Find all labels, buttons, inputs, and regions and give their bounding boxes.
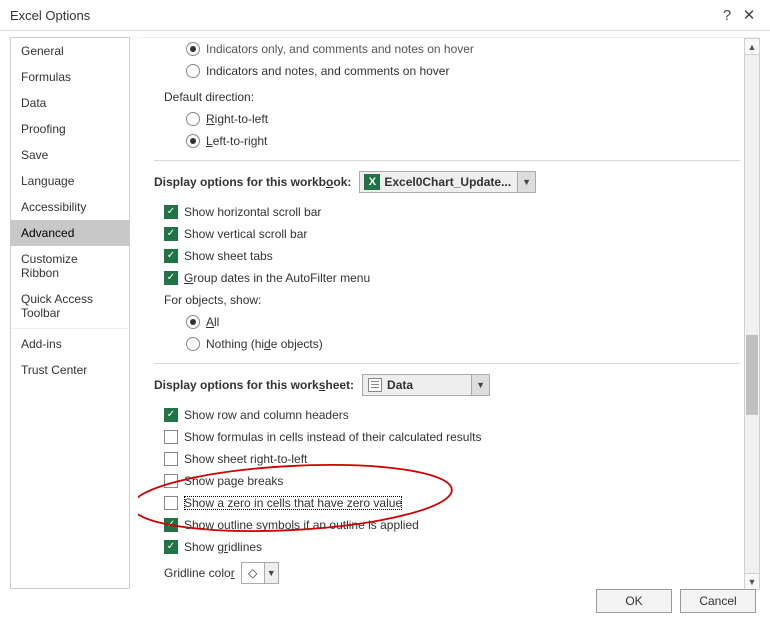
sidebar-item-data[interactable]: Data bbox=[11, 90, 129, 116]
checkbox-icon bbox=[164, 205, 178, 219]
radio-icon bbox=[186, 42, 200, 56]
gridline-color-label: Gridline color bbox=[164, 566, 235, 580]
checkbox-label: Show sheet tabs bbox=[184, 249, 273, 263]
section-display-worksheet: Display options for this worksheet: Data… bbox=[154, 372, 740, 398]
radio-label: Indicators and notes, and comments on ho… bbox=[206, 64, 449, 78]
ok-button[interactable]: OK bbox=[596, 589, 672, 613]
radio-rtl[interactable]: Right-to-left bbox=[154, 108, 740, 130]
checkbox-label: Group dates in the AutoFilter menu bbox=[184, 271, 370, 285]
for-objects-label: For objects, show: bbox=[154, 289, 740, 311]
radio-nothing[interactable]: Nothing (hide objects) bbox=[154, 333, 740, 355]
worksheet-combo[interactable]: Data ▼ bbox=[362, 374, 490, 396]
chevron-down-icon: ▼ bbox=[264, 563, 278, 583]
default-direction-label: Default direction: bbox=[154, 86, 740, 108]
checkbox-label: Show row and column headers bbox=[184, 408, 349, 422]
excel-icon: X bbox=[364, 174, 380, 190]
chk-sheet-tabs[interactable]: Show sheet tabs bbox=[154, 245, 740, 267]
scroll-up-button[interactable]: ▲ bbox=[745, 39, 759, 55]
checkbox-icon bbox=[164, 271, 178, 285]
scroll-down-button[interactable]: ▼ bbox=[745, 573, 759, 589]
vertical-scrollbar[interactable]: ▲ ▼ bbox=[744, 38, 760, 590]
checkbox-label: Show a zero in cells that have zero valu… bbox=[184, 496, 402, 510]
sidebar-item-language[interactable]: Language bbox=[11, 168, 129, 194]
checkbox-icon bbox=[164, 408, 178, 422]
workbook-combo-value: Excel0Chart_Update... bbox=[384, 175, 517, 189]
sidebar-item-general[interactable]: General bbox=[11, 38, 129, 64]
sidebar-item-qat[interactable]: Quick Access Toolbar bbox=[11, 286, 129, 326]
sidebar-item-advanced[interactable]: Advanced bbox=[11, 220, 129, 246]
scroll-thumb[interactable] bbox=[746, 335, 758, 415]
radio-icon bbox=[186, 337, 200, 351]
radio-ltr[interactable]: Left-to-right bbox=[154, 130, 740, 152]
sidebar-item-addins[interactable]: Add-ins bbox=[11, 328, 129, 357]
radio-label: Left-to-right bbox=[206, 134, 267, 148]
sheet-icon bbox=[367, 377, 383, 393]
sidebar-item-save[interactable]: Save bbox=[11, 142, 129, 168]
close-button[interactable]: ✕ bbox=[738, 6, 760, 24]
radio-indicators-notes[interactable]: Indicators and notes, and comments on ho… bbox=[154, 60, 740, 82]
checkbox-icon bbox=[164, 227, 178, 241]
chk-sheet-rtl[interactable]: Show sheet right-to-left bbox=[154, 448, 740, 470]
chevron-down-icon: ▼ bbox=[517, 172, 535, 192]
section-display-workbook: Display options for this workbook: X Exc… bbox=[154, 169, 740, 195]
category-sidebar: General Formulas Data Proofing Save Lang… bbox=[10, 37, 130, 589]
checkbox-label: Show vertical scroll bar bbox=[184, 227, 307, 241]
workbook-combo[interactable]: X Excel0Chart_Update... ▼ bbox=[359, 171, 536, 193]
radio-indicators-only[interactable]: Indicators only, and comments and notes … bbox=[154, 38, 740, 60]
color-swatch-icon: ◇ bbox=[242, 566, 264, 580]
dialog-title: Excel Options bbox=[10, 8, 716, 23]
cancel-button[interactable]: Cancel bbox=[680, 589, 756, 613]
worksheet-combo-value: Data bbox=[387, 378, 471, 392]
radio-icon bbox=[186, 134, 200, 148]
sidebar-item-proofing[interactable]: Proofing bbox=[11, 116, 129, 142]
sidebar-item-formulas[interactable]: Formulas bbox=[11, 64, 129, 90]
checkbox-icon bbox=[164, 540, 178, 554]
chk-group-dates[interactable]: Group dates in the AutoFilter menu bbox=[154, 267, 740, 289]
chk-show-zero[interactable]: Show a zero in cells that have zero valu… bbox=[154, 492, 740, 514]
radio-icon bbox=[186, 112, 200, 126]
help-button[interactable]: ? bbox=[716, 7, 738, 24]
checkbox-icon bbox=[164, 452, 178, 466]
checkbox-icon bbox=[164, 518, 178, 532]
chk-row-col-headers[interactable]: Show row and column headers bbox=[154, 404, 740, 426]
checkbox-label: Show horizontal scroll bar bbox=[184, 205, 321, 219]
checkbox-label: Show formulas in cells instead of their … bbox=[184, 430, 481, 444]
chk-show-gridlines[interactable]: Show gridlines bbox=[154, 536, 740, 558]
checkbox-label: Show gridlines bbox=[184, 540, 262, 554]
chk-outline-symbols[interactable]: Show outline symbols if an outline is ap… bbox=[154, 514, 740, 536]
chk-v-scrollbar[interactable]: Show vertical scroll bar bbox=[154, 223, 740, 245]
radio-icon bbox=[186, 315, 200, 329]
scroll-track[interactable] bbox=[745, 55, 759, 573]
sidebar-item-trust-center[interactable]: Trust Center bbox=[11, 357, 129, 383]
radio-all[interactable]: All bbox=[154, 311, 740, 333]
checkbox-label: Show page breaks bbox=[184, 474, 283, 488]
radio-label: All bbox=[206, 315, 219, 329]
checkbox-icon bbox=[164, 249, 178, 263]
radio-icon bbox=[186, 64, 200, 78]
chk-h-scrollbar[interactable]: Show horizontal scroll bar bbox=[154, 201, 740, 223]
checkbox-icon bbox=[164, 496, 178, 510]
radio-label: Indicators only, and comments and notes … bbox=[206, 42, 474, 56]
chevron-down-icon: ▼ bbox=[471, 375, 489, 395]
gridline-color-picker[interactable]: ◇ ▼ bbox=[241, 562, 279, 584]
checkbox-label: Show sheet right-to-left bbox=[184, 452, 307, 466]
chk-page-breaks[interactable]: Show page breaks bbox=[154, 470, 740, 492]
gridline-color-row: Gridline color ◇ ▼ bbox=[154, 562, 740, 584]
checkbox-icon bbox=[164, 430, 178, 444]
radio-label: Nothing (hide objects) bbox=[206, 337, 323, 351]
sidebar-item-customize-ribbon[interactable]: Customize Ribbon bbox=[11, 246, 129, 286]
chk-show-formulas[interactable]: Show formulas in cells instead of their … bbox=[154, 426, 740, 448]
sidebar-item-accessibility[interactable]: Accessibility bbox=[11, 194, 129, 220]
checkbox-label: Show outline symbols if an outline is ap… bbox=[184, 518, 419, 532]
checkbox-icon bbox=[164, 474, 178, 488]
radio-label: Right-to-left bbox=[206, 112, 268, 126]
